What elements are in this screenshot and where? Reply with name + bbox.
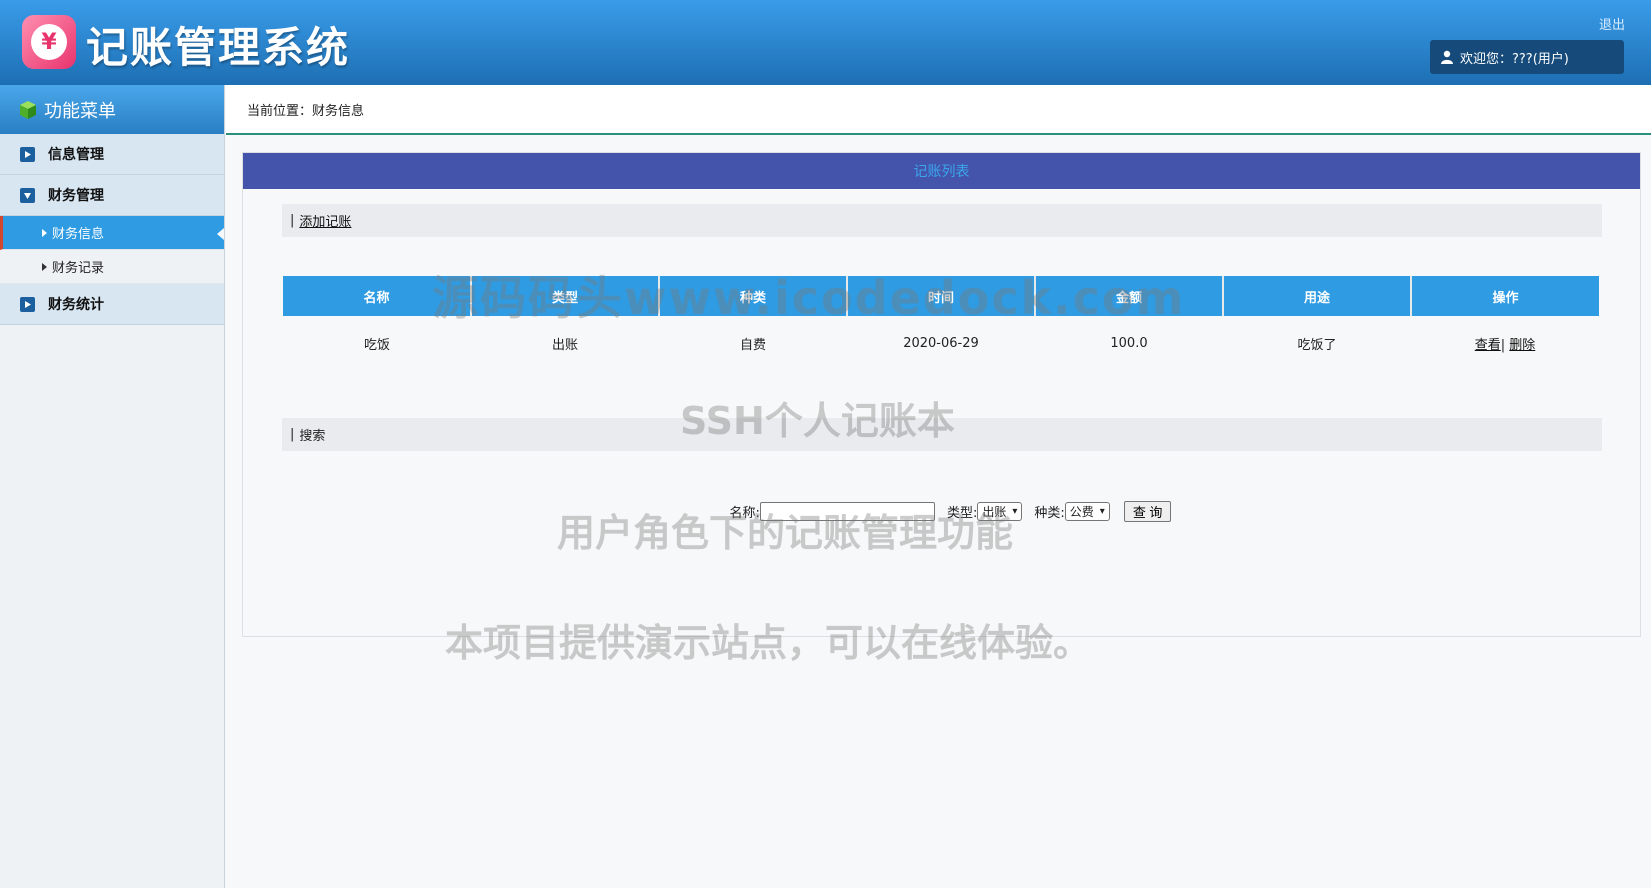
search-bar: | 搜索 xyxy=(282,418,1602,451)
sidebar-group-label: 财务统计 xyxy=(48,297,104,313)
view-link[interactable]: 查看 xyxy=(1475,338,1501,353)
records-panel: 记账列表 | 添加记账 名称 类型 种类 时间 金额 用途 操作 吃饭 出账 自… xyxy=(242,152,1641,637)
column-header: 种类 xyxy=(659,276,848,316)
add-bar: | 添加记账 xyxy=(282,204,1602,237)
column-header: 操作 xyxy=(1411,276,1599,316)
sidebar-group-finance[interactable]: 财务管理 xyxy=(0,175,224,216)
cell-kind: 自费 xyxy=(739,337,766,353)
cell-type: 出账 xyxy=(551,337,578,353)
app-title: 记账管理系统 xyxy=(86,23,351,72)
cell-time: 2020-06-29 xyxy=(903,335,979,351)
sidebar-item-finance-records[interactable]: 财务记录 xyxy=(0,250,224,284)
cube-icon xyxy=(20,100,36,119)
search-form: 名称: 类型: 出账 ▾ 种类: 公费 ▾ 查 询 xyxy=(243,501,1642,522)
chevron-down-icon: ▾ xyxy=(1099,506,1105,517)
sidebar: 功能菜单 信息管理 财务管理 财务信息 财务记录 财务统计 xyxy=(0,85,225,888)
add-record-link[interactable]: 添加记账 xyxy=(299,211,351,230)
table-row: 吃饭 出账 自费 2020-06-29 100.0 吃饭了 查看| 删除 xyxy=(283,316,1599,370)
breadcrumb: 当前位置：财务信息 xyxy=(226,85,1651,135)
kind-label: 种类: xyxy=(1034,506,1065,521)
cell-actions: 查看| 删除 xyxy=(1411,316,1599,370)
table-header-row: 名称 类型 种类 时间 金额 用途 操作 xyxy=(283,276,1599,316)
welcome-box: 欢迎您：???(用户) xyxy=(1430,40,1624,74)
expand-icon xyxy=(20,296,35,312)
cell-amount: 100.0 xyxy=(1110,335,1148,351)
logout-link[interactable]: 退出 xyxy=(1599,14,1625,33)
name-input[interactable] xyxy=(759,502,935,521)
delete-link[interactable]: 删除 xyxy=(1509,338,1535,353)
sidebar-group-label: 信息管理 xyxy=(48,147,104,163)
sidebar-group-stats[interactable]: 财务统计 xyxy=(0,284,224,325)
app-logo: ¥ xyxy=(22,15,76,69)
kind-select-value: 公费 xyxy=(1069,505,1094,519)
app-header: ¥ 记账管理系统 退出 欢迎您：???(用户) xyxy=(0,0,1651,85)
panel-title: 记账列表 xyxy=(243,153,1640,189)
divider: | xyxy=(290,427,295,442)
cell-name: 吃饭 xyxy=(363,337,390,353)
sidebar-group-label: 财务管理 xyxy=(48,188,104,204)
collapse-icon xyxy=(20,187,35,203)
divider: | xyxy=(1500,337,1506,353)
column-header: 名称 xyxy=(283,276,472,316)
sidebar-group-info[interactable]: 信息管理 xyxy=(0,134,224,175)
column-header: 时间 xyxy=(847,276,1036,316)
sidebar-item-finance-info[interactable]: 财务信息 xyxy=(0,216,224,250)
column-header: 类型 xyxy=(471,276,660,316)
kind-select[interactable]: 公费 ▾ xyxy=(1064,502,1110,521)
type-label: 类型: xyxy=(946,506,978,521)
welcome-text: 欢迎您：???(用户) xyxy=(1460,51,1569,67)
divider: | xyxy=(290,213,295,228)
search-button[interactable]: 查 询 xyxy=(1123,501,1172,522)
sidebar-item-label: 财务记录 xyxy=(52,261,105,276)
sidebar-item-label: 财务信息 xyxy=(52,227,105,242)
type-select[interactable]: 出账 ▾ xyxy=(977,502,1023,521)
column-header: 金额 xyxy=(1035,276,1224,316)
chevron-down-icon: ▾ xyxy=(1012,506,1018,517)
type-select-value: 出账 xyxy=(982,505,1007,519)
cell-purpose: 吃饭了 xyxy=(1297,337,1337,353)
user-icon xyxy=(1441,50,1453,64)
arrow-right-icon xyxy=(42,228,47,237)
records-table: 名称 类型 种类 时间 金额 用途 操作 吃饭 出账 自费 2020-06-29… xyxy=(283,276,1599,370)
name-label: 名称: xyxy=(729,506,760,521)
search-heading: 搜索 xyxy=(299,429,326,444)
arrow-right-icon xyxy=(42,262,47,271)
yen-icon: ¥ xyxy=(31,24,67,60)
menu-heading: 功能菜单 xyxy=(0,85,224,134)
column-header: 用途 xyxy=(1223,276,1412,316)
expand-icon xyxy=(20,146,35,162)
menu-heading-label: 功能菜单 xyxy=(44,100,116,122)
